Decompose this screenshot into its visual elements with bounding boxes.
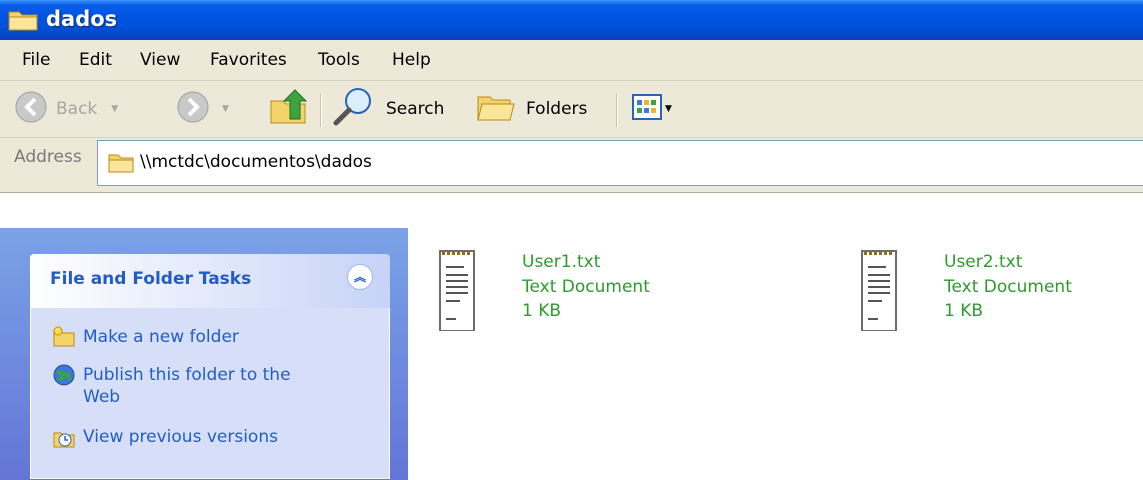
back-label: Back (56, 99, 98, 119)
chevron-up-icon[interactable]: ︽ (347, 264, 373, 290)
task-panel-title: File and Folder Tasks (50, 269, 252, 289)
back-arrow-icon (14, 90, 48, 129)
up-folder-icon (268, 87, 308, 132)
task-label: Make a new folder (83, 327, 239, 347)
task-panel-body: Make a new folder Publish this folder to… (30, 308, 390, 479)
file-name: User1.txt (522, 252, 601, 272)
folders-button[interactable]: Folders (476, 81, 587, 137)
text-document-icon (860, 245, 900, 336)
views-button[interactable]: ▼ (632, 81, 672, 137)
search-label: Search (386, 99, 445, 119)
task-publish-web[interactable]: Publish this folder to the Web (53, 364, 323, 408)
address-bar: Address \\mctdc\documentos\dados (0, 138, 1143, 193)
search-icon (332, 85, 376, 134)
forward-dropdown-icon[interactable]: ▼ (222, 104, 229, 114)
menu-help[interactable]: Help (392, 50, 431, 70)
file-folder-tasks-panel: File and Folder Tasks ︽ Make a new folde… (30, 254, 390, 480)
file-name: User2.txt (944, 252, 1023, 272)
task-make-new-folder[interactable]: Make a new folder (53, 326, 323, 348)
folders-label: Folders (526, 99, 588, 119)
folders-icon (476, 89, 516, 130)
file-size: 1 KB (944, 301, 984, 321)
up-folder-button[interactable] (268, 81, 308, 137)
address-field[interactable]: \\mctdc\documentos\dados (97, 140, 1143, 186)
forward-arrow-icon (176, 90, 210, 129)
menu-edit[interactable]: Edit (79, 50, 112, 70)
forward-button[interactable]: ▼ (176, 81, 229, 137)
toolbar: Back ▼ ▼ Search Folders ▼ (0, 81, 1143, 138)
previous-versions-icon (53, 426, 75, 448)
task-label: View previous versions (83, 427, 278, 447)
menu-view[interactable]: View (140, 50, 180, 70)
back-button[interactable]: Back ▼ (14, 81, 118, 137)
menu-file[interactable]: File (22, 50, 50, 70)
views-dropdown-icon[interactable]: ▼ (665, 104, 672, 114)
new-folder-icon (53, 326, 75, 348)
title-bar[interactable]: dados (0, 0, 1143, 40)
address-label: Address (14, 147, 82, 167)
publish-web-icon (53, 364, 75, 386)
address-path: \\mctdc\documentos\dados (140, 152, 372, 172)
file-type: Text Document (944, 277, 1072, 297)
menu-bar: File Edit View Favorites Tools Help (0, 40, 1143, 81)
file-type: Text Document (522, 277, 650, 297)
address-folder-icon (108, 151, 134, 178)
folder-icon (8, 8, 38, 37)
menu-favorites[interactable]: Favorites (210, 50, 287, 70)
task-label: Publish this folder to the Web (83, 365, 291, 407)
text-document-icon (438, 245, 478, 336)
views-icon (632, 93, 662, 125)
menu-tools[interactable]: Tools (318, 50, 360, 70)
task-pane: File and Folder Tasks ︽ Make a new folde… (0, 228, 408, 480)
task-panel-header[interactable]: File and Folder Tasks ︽ (30, 254, 390, 308)
window-title: dados (46, 7, 118, 31)
file-size: 1 KB (522, 301, 562, 321)
search-button[interactable]: Search (332, 81, 444, 137)
back-dropdown-icon[interactable]: ▼ (111, 104, 118, 114)
task-view-previous-versions[interactable]: View previous versions (53, 426, 323, 448)
